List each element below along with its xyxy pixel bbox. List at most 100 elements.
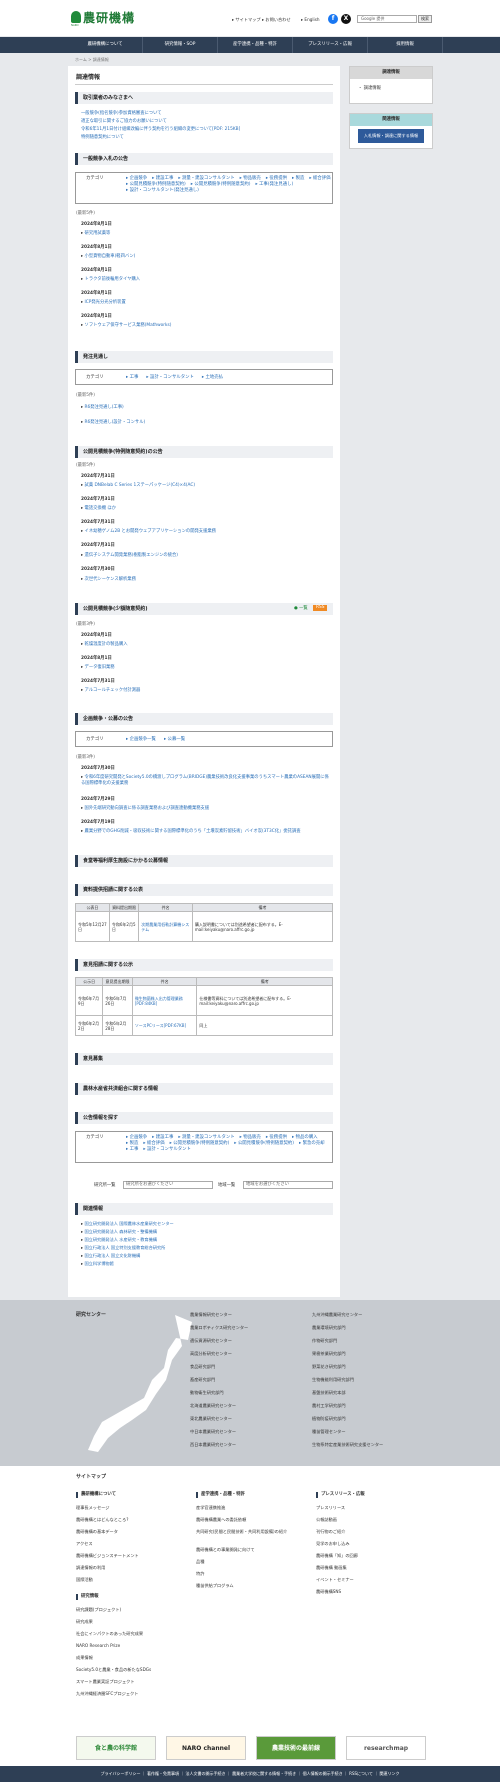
- cat-open-2[interactable]: ▸ 公開見積競争(特例随意契約): [234, 1141, 294, 1147]
- center-link[interactable]: 基盤技術研究本部: [312, 1390, 383, 1403]
- sitemap-link[interactable]: 刊行物のご紹介: [316, 1529, 358, 1541]
- sitemap-link[interactable]: 国際活動: [76, 1577, 139, 1589]
- cat-koubo-list[interactable]: ▸ 公募一覧: [164, 737, 185, 743]
- notice-link-3[interactable]: 令和6年11月1日付け組織改編に伴う契約を行う組織の変更について[PDF: 21…: [81, 127, 240, 133]
- gnav-about[interactable]: 農研機構について: [68, 37, 143, 53]
- search-button[interactable]: 検索: [418, 15, 432, 23]
- sitemap-link[interactable]: 研究課題(プロジェクト): [76, 1607, 151, 1619]
- center-link[interactable]: 遺伝資源研究センター: [190, 1338, 248, 1351]
- general-item-4[interactable]: ▸ ICP発光分光分析装置: [81, 300, 126, 306]
- sitemap-heading-research[interactable]: 研究情報: [76, 1594, 99, 1600]
- search-input[interactable]: Google 提供: [357, 15, 417, 23]
- sitemap-link[interactable]: アクセス: [76, 1541, 139, 1553]
- general-item-3[interactable]: ▸ トラクタ前後輪用タイヤ購入: [81, 277, 140, 283]
- related-link-1[interactable]: ▸ 国立研究開発法人 国際農林水産業研究センター: [81, 1220, 174, 1228]
- subject-link[interactable]: ソースPCリース[PDF:67KB]: [131, 1015, 198, 1037]
- related-link-6[interactable]: ▸ 国立科学博物館: [81, 1260, 174, 1268]
- planning-item-3[interactable]: ▸ 農業分野でのGHG削減・吸収技術に関する国際標準化のうち「土壌炭素貯留技術」…: [81, 829, 331, 835]
- subject-link[interactable]: 次期農業用低軌計算機システム: [138, 911, 193, 943]
- x-twitter-icon[interactable]: X: [341, 14, 351, 24]
- english-link[interactable]: ▸ English: [301, 17, 320, 23]
- center-link[interactable]: 生物機能利用研究部門: [312, 1377, 383, 1390]
- sitemap-link[interactable]: スマート農業実証プロジェクト: [76, 1679, 151, 1691]
- sitemap-link[interactable]: 産学官連携推進: [196, 1505, 306, 1517]
- sitemap-link[interactable]: 社会にインパクトのあった研究成果: [76, 1631, 151, 1643]
- sitemap-link[interactable]: 農研機構ビジョンステートメント: [76, 1553, 139, 1565]
- planning-item-2[interactable]: ▸ 国外先端研究動向調査に係る調査業務および調査連動機業務支援: [81, 806, 331, 812]
- center-link[interactable]: 北海道農業研究センター: [190, 1403, 248, 1416]
- sitemap-heading-industry[interactable]: 産学連携・品種・特許: [196, 1492, 245, 1498]
- sitemap-link[interactable]: 農研機構の基本データ: [76, 1529, 139, 1541]
- center-link[interactable]: 農業ロボティクス研究センター: [190, 1325, 248, 1338]
- center-link[interactable]: 植物防疫研究部門: [312, 1416, 383, 1429]
- sitemap-link[interactable]: 特許: [196, 1571, 306, 1583]
- center-link[interactable]: 農業環境研究部門: [312, 1325, 383, 1338]
- center-link[interactable]: 高度分析研究センター: [190, 1351, 248, 1364]
- naro-logo-icon[interactable]: [71, 11, 81, 23]
- gnav-industry[interactable]: 産学連携・品種・特許: [218, 37, 293, 53]
- banner-frontline[interactable]: 農業技術の最前線: [256, 1736, 336, 1760]
- bottom-links-bar[interactable]: プライバシーポリシー ｜ 著作権・免責事項 ｜ 法人文書の開示手続き ｜ 農業者…: [0, 1766, 500, 1782]
- gnav-recruit[interactable]: 採用情報: [368, 37, 443, 53]
- open-quote-item-1[interactable]: ▸ 試薬 DNBelab C Series 1ステーパッケージ(C4)×4(AC…: [81, 483, 195, 489]
- sitemap-link[interactable]: 農研機構 動画集: [316, 1565, 358, 1577]
- related-link-5[interactable]: ▸ 国立行政法人 国立文化財機構: [81, 1252, 174, 1260]
- sitemap-link[interactable]: イベント・セミナー: [316, 1577, 358, 1589]
- sitemap-link[interactable]: 種苗供給プログラム: [196, 1583, 306, 1595]
- general-item-2[interactable]: ▸ 小型貨物自動車(軽四バン): [81, 254, 135, 260]
- cat-kouji[interactable]: ▸ 工事(発注見通し): [255, 182, 293, 188]
- sitemap-link[interactable]: 農研機構「知」の回廊: [316, 1553, 358, 1565]
- breadcrumb[interactable]: ホーム > 調達情報: [75, 57, 109, 62]
- sitemap-link[interactable]: 見学のお申し込み: [316, 1541, 358, 1553]
- planning-item-1[interactable]: ▸ 令和6年度研究開発とSociety5.0の橋渡しプログラム(BRIDGE)農…: [81, 775, 331, 786]
- general-item-5[interactable]: ▸ ソフトウェア保守サービス業務(Mathworks): [81, 323, 171, 329]
- related-link-2[interactable]: ▸ 国立研究開発法人 森林研究・整備機構: [81, 1228, 174, 1236]
- banner-naro-channel[interactable]: NARO channel: [166, 1736, 246, 1760]
- open-quote-item-2[interactable]: ▸ 電話交換機 ほか: [81, 506, 116, 512]
- sitemap-heading-press[interactable]: プレスリリース・広報: [316, 1492, 365, 1498]
- center-link[interactable]: 農村工学研究部門: [312, 1403, 383, 1416]
- cat-baikyaku[interactable]: ▸ 緊急の売却: [299, 1141, 325, 1147]
- center-link[interactable]: 食品研究部門: [190, 1364, 248, 1377]
- sitemap-link[interactable]: 成果情報: [76, 1655, 151, 1667]
- sitemap-link[interactable]: 理事長メッセージ: [76, 1505, 139, 1517]
- center-link[interactable]: 農業情報研究センター: [190, 1312, 248, 1325]
- center-link[interactable]: 西日本農業研究センター: [190, 1442, 248, 1455]
- sitemap-link[interactable]: NARO Research Prize: [76, 1643, 151, 1655]
- banner-science-museum[interactable]: 食と農の科学館: [76, 1736, 156, 1760]
- cat-sogo[interactable]: ▸ 総合評価: [309, 176, 330, 182]
- related-link-4[interactable]: ▸ 国立行政法人 国立特別支援教育総合研究所: [81, 1244, 174, 1252]
- sitemap-link[interactable]: 農研機構農業への委託依頼: [196, 1517, 306, 1529]
- sitemap-link[interactable]: プレスリリース: [316, 1505, 358, 1517]
- center-link[interactable]: 中日本農業研究センター: [190, 1429, 248, 1442]
- center-link[interactable]: 九州沖縄農業研究センター: [312, 1312, 383, 1325]
- center-link[interactable]: 東北農業研究センター: [190, 1416, 248, 1429]
- cat-sekkei[interactable]: ▸ 設計・コンサルタント(発注見通し): [126, 188, 199, 194]
- cat-kikaku-list[interactable]: ▸ 企画競争一覧: [126, 737, 156, 743]
- procurement-banner[interactable]: 入札情報・調達に関する情報: [358, 129, 424, 143]
- center-link[interactable]: 野菜花き研究部門: [312, 1364, 383, 1377]
- outlook-item-2[interactable]: ▸ R6発注見通し(設計・コンサル): [81, 420, 145, 426]
- sitemap-link[interactable]: 農研機構との事業開発に向けて: [196, 1547, 306, 1559]
- site-logo[interactable]: 農研機構: [83, 10, 135, 26]
- sitemap-link[interactable]: ▸ サイトマップ: [232, 17, 261, 23]
- sitemap-link[interactable]: 農研機構SNS: [316, 1589, 358, 1601]
- cat-seizo[interactable]: ▸ 製造: [292, 176, 304, 182]
- notice-link-1[interactable]: 一般競争(指名競争)参加資格審査について: [81, 111, 162, 117]
- center-link[interactable]: 作物研究部門: [312, 1338, 383, 1351]
- center-link[interactable]: 生物系特定産業技術研究支援センター: [312, 1442, 383, 1455]
- center-link[interactable]: 畜産研究部門: [190, 1377, 248, 1390]
- rss-icon[interactable]: RSS: [313, 605, 328, 611]
- sitemap-link[interactable]: 公報誌動画: [316, 1517, 358, 1529]
- contact-link[interactable]: ▸ お問い合わせ: [262, 17, 291, 23]
- small-quote-item-2[interactable]: ▸ データ復旧業務: [81, 665, 115, 671]
- sitemap-link[interactable]: Society5.0と農業・食品の新たなSDGs: [76, 1667, 151, 1679]
- cat-kouji[interactable]: ▸ 工事: [126, 1147, 138, 1153]
- lab-select[interactable]: 研究所をお選びください: [123, 1181, 213, 1189]
- subject-link[interactable]: 微生物菌株入出力管理業務[PDF:84KB]: [131, 985, 198, 1017]
- open-quote-item-3[interactable]: ▸ イネ幼穂ゲノム2B とお開発ウェブアプリケーションの開発支援業務: [81, 529, 216, 535]
- cat-tochi[interactable]: ▸ 土地売払: [202, 375, 223, 381]
- cat-open-2[interactable]: ▸ 公開見積競争(特例随意契約): [191, 182, 251, 188]
- sitemap-heading-about[interactable]: 農研機構について: [76, 1492, 116, 1498]
- open-quote-item-5[interactable]: ▸ 次世代シーケンス解析業務: [81, 577, 136, 583]
